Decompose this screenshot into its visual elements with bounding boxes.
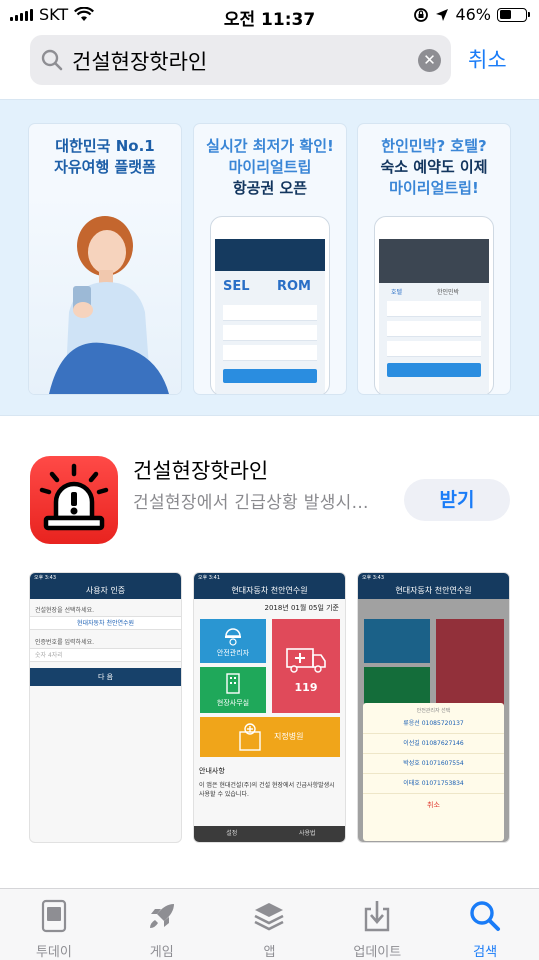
shot-label: 건설현장을 선택하세요. [35,607,95,614]
shot-date: 2018년 01월 05일 기준 [264,604,339,612]
tab-label: 업데이트 [353,945,402,960]
sheet-item: 박성호 01071607554 [363,754,504,774]
app-screenshot[interactable]: 오후 3:41 현대자동차 천안연수원 2018년 01월 05일 기준 안전관… [193,572,346,843]
promo-line: 마이리얼트립 [228,158,312,176]
promo-card[interactable]: 한인민박? 호텔? 숙소 예약도 이제 마이리얼트립! 호텔 한인민박 [358,124,510,394]
tab-label: 앱 [263,945,276,960]
shot-code-field: 숫자 4자리 [30,648,181,662]
tab-label: 게임 [149,945,174,960]
tab-today[interactable]: 투데이 [0,889,108,960]
today-icon [41,899,66,933]
manager-select-sheet: 안전관리자 선택 류응선 01085720137 이선길 01087627146… [363,703,504,841]
location-icon [436,8,449,21]
promo-headline: 실시간 최저가 확인! 마이리얼트립 항공권 오픈 [194,136,346,199]
app-icon[interactable] [30,456,118,544]
ambulance-icon [286,648,326,673]
sheet-title: 안전관리자 선택 [416,708,451,714]
promo-headline: 한인민박? 호텔? 숙소 예약도 이제 마이리얼트립! [358,136,510,199]
tile-caption: 지정병원 [274,732,304,741]
shot-footer: 설정 사용법 [194,826,345,842]
promo-card[interactable]: 실시간 최저가 확인! 마이리얼트립 항공권 오픈 SEL ROM [194,124,346,394]
rotation-lock-icon [414,7,429,22]
hospital-icon [239,723,261,751]
tile-caption: 안전관리자 [216,649,250,657]
shot-select: 현대자동차 천안연수원 [30,616,181,630]
get-button[interactable]: 받기 [404,479,510,521]
from-airport: SEL [223,279,250,294]
app-screenshot[interactable]: 오후 3:43 사용자 인증 건설현장을 선택하세요. 현대자동차 천안연수원 … [29,572,182,843]
search-field[interactable]: 건설현장핫라인 ✕ [30,35,451,85]
promo-line: 항공권 오픈 [232,179,308,197]
tile-119: 119 [272,619,340,713]
promo-banner[interactable]: 대한민국 No.1 자유여행 플랫폼 실시간 최저가 확인! 마이리얼트립 항공… [0,99,539,416]
to-airport: ROM [277,279,311,294]
promo-model-image [29,194,181,394]
clear-icon[interactable]: ✕ [418,49,441,72]
promo-card[interactable]: 대한민국 No.1 자유여행 플랫폼 [29,124,181,394]
notice-body: 이 앱은 현대건설(주)의 건설 현장에서 긴급사항발생시 사용할 수 있습니다… [199,782,335,798]
notice-title: 안내사항 [199,767,225,775]
search-icon [470,901,501,931]
battery-percent: 46% [455,5,491,24]
tile-caption: 현장사무실 [216,699,250,707]
update-icon [365,901,390,932]
minbak-tab: 한인민박 [437,289,460,296]
footer-settings: 설정 [226,830,238,837]
promo-line: 숙소 예약도 이제 [380,158,488,176]
promo-phone-mockup: SEL ROM [210,216,330,394]
siren-icon [39,463,109,531]
sheet-cancel: 취소 [427,801,440,809]
footer-manual: 사용법 [298,830,316,837]
shot-label: 인증번호를 입력하세요. [35,639,95,646]
tile-hospital: 지정병원 [200,717,340,757]
helmet-icon [225,628,241,646]
status-right: 46% [413,5,530,24]
battery-icon [497,7,530,22]
sheet-item: 이선길 01087627146 [363,734,504,754]
cancel-button[interactable]: 취소 [468,44,507,74]
tab-bar: 투데이 게임 앱 업데이트 검색 [0,888,539,960]
tab-updates[interactable]: 업데이트 [323,889,431,960]
app-subtitle: 건설현장에서 긴급상황 발생시... [133,493,369,513]
shot-status-time: 오후 3:41 [194,573,345,583]
shot-next-button: 다 음 [30,668,181,686]
tab-label: 검색 [473,945,498,960]
shot-title: 현대자동차 천안연수원 [358,583,509,599]
shot-status-time: 오후 3:43 [30,573,181,583]
promo-line: 실시간 최저가 확인! [206,137,334,155]
app-title[interactable]: 건설현장핫라인 [133,455,268,485]
search-input[interactable]: 건설현장핫라인 [72,46,207,76]
tab-games[interactable]: 게임 [108,889,216,960]
promo-line: 마이리얼트립! [389,179,479,197]
shot-title: 현대자동차 천안연수원 [194,583,345,599]
building-icon [226,673,240,694]
tab-apps[interactable]: 앱 [216,889,324,960]
promo-line: 한인민박? 호텔? [381,137,487,155]
status-bar: SKT 오전 11:37 46% [0,0,539,30]
promo-line: 자유여행 플랫폼 [54,158,156,176]
rocket-icon [149,904,174,928]
sheet-item: 이태호 01071753834 [363,774,504,794]
tile-office: 현장사무실 [200,667,266,713]
hotel-tab: 호텔 [391,289,403,296]
tab-search[interactable]: 검색 [431,889,539,960]
shot-status-time: 오후 3:43 [358,573,509,583]
sheet-item: 류응선 01085720137 [363,714,504,734]
tab-label: 투데이 [35,945,72,960]
magnifier-icon [41,49,63,71]
tile-safety: 안전관리자 [200,619,266,663]
tile-caption: 119 [294,681,318,694]
app-screenshot[interactable]: 오후 3:43 현대자동차 천안연수원 안전관리자 선택 류응선 0108572… [357,572,510,843]
promo-phone-mockup: 호텔 한인민박 [374,216,494,394]
promo-line: 대한민국 No.1 [55,137,155,155]
layers-icon [254,903,285,931]
promo-headline: 대한민국 No.1 자유여행 플랫폼 [29,136,181,178]
shot-title: 사용자 인증 [30,583,181,599]
